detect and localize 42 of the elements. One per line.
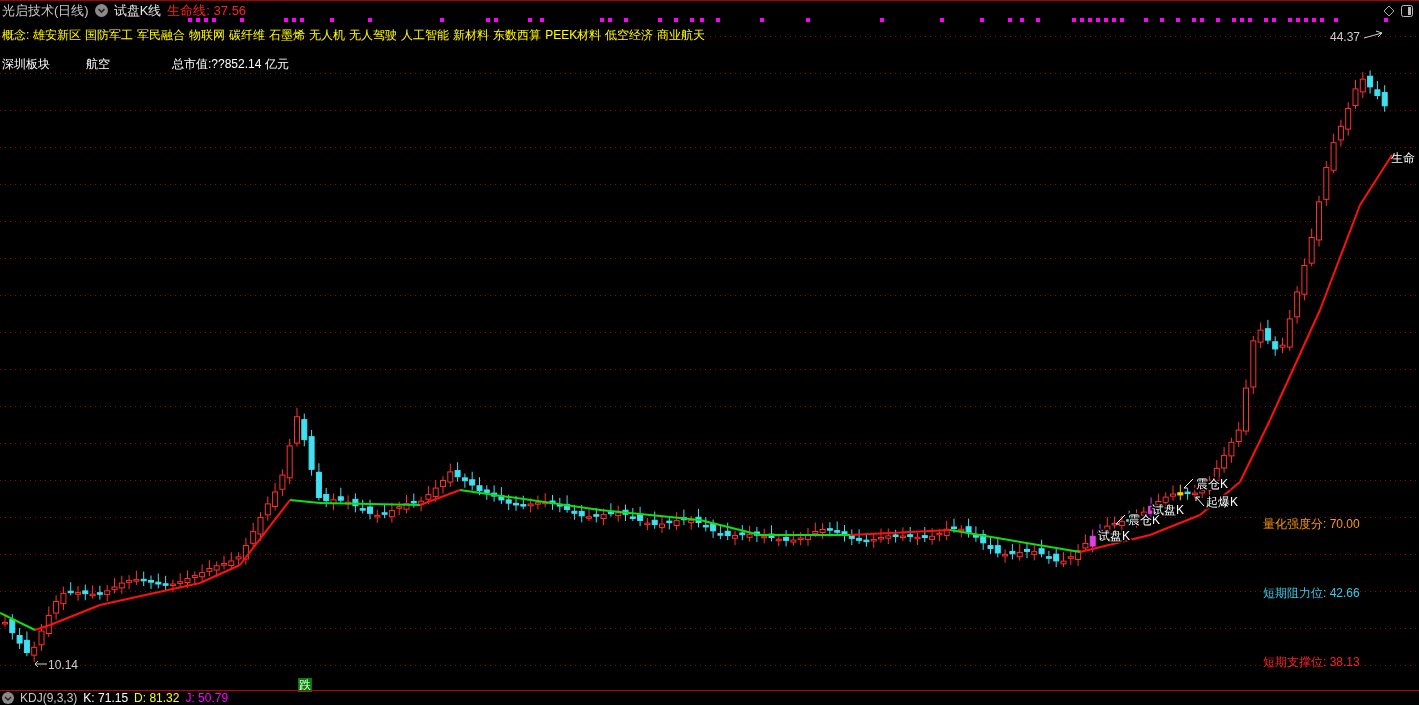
- indicator-name: KDJ(9,3,3): [20, 691, 78, 705]
- metric-label: 短期支撑位: 38.13: [1263, 654, 1360, 671]
- arrow-icon: [1183, 478, 1194, 489]
- stock-title: 光启技术(日线): [2, 1, 89, 20]
- dropdown-icon[interactable]: [2, 692, 14, 704]
- low-price-label: 10.14: [48, 658, 79, 672]
- market-cap: 总市值:??852.14 亿元: [172, 55, 289, 73]
- shake-signal-label: 震仓K: [1196, 477, 1228, 491]
- concept-tag: 无人机: [309, 26, 346, 44]
- diamond-icon[interactable]: [1383, 4, 1395, 17]
- concept-tag: 人工智能: [401, 26, 450, 44]
- concept-tag: 国防军工: [85, 26, 134, 44]
- arrow-icon: [34, 660, 48, 668]
- concept-tag: 碳纤维: [229, 26, 266, 44]
- high-price-label: 44.37: [1330, 30, 1361, 44]
- concept-tag: 无人驾驶: [349, 26, 398, 44]
- board-name: 深圳板块: [2, 55, 51, 73]
- arrow-icon: [1195, 496, 1205, 507]
- concept-tag: 商业航天: [657, 26, 706, 44]
- arrow-icon: [1363, 30, 1383, 39]
- arrow-icon: [1115, 514, 1126, 525]
- concept-tag: 物联网: [189, 26, 226, 44]
- indicator-name: 试盘K线: [113, 1, 162, 20]
- concept-tag: 军民融合: [137, 26, 186, 44]
- indicator-value: J: 50.79: [185, 691, 229, 705]
- concept-tag: 低空经济: [605, 26, 654, 44]
- panel-toggle-icon[interactable]: [1401, 4, 1413, 17]
- concept-tag: PEEK材料: [545, 26, 602, 44]
- indicator-value: D: 81.32: [134, 691, 180, 705]
- indicator-value: K: 71.15: [83, 691, 129, 705]
- industry-name: 航空: [86, 55, 111, 73]
- life-line-label: 生命: [1391, 151, 1415, 165]
- dropdown-icon[interactable]: [94, 4, 108, 17]
- trial-signal-label: 试盘K: [1098, 529, 1130, 543]
- metric-label: 量化强度分: 70.00: [1263, 516, 1360, 533]
- concept-tag: 石墨烯: [269, 26, 306, 44]
- metric-label: 短期阻力位: 42.66: [1263, 585, 1360, 602]
- concept-tag: 雄安新区: [33, 26, 82, 44]
- concept-label: 概念:: [2, 26, 30, 44]
- concept-tag: 东数西算: [493, 26, 542, 44]
- life-line-value: 生命线: 37.56: [167, 1, 247, 20]
- concept-tag: 新材料: [453, 26, 490, 44]
